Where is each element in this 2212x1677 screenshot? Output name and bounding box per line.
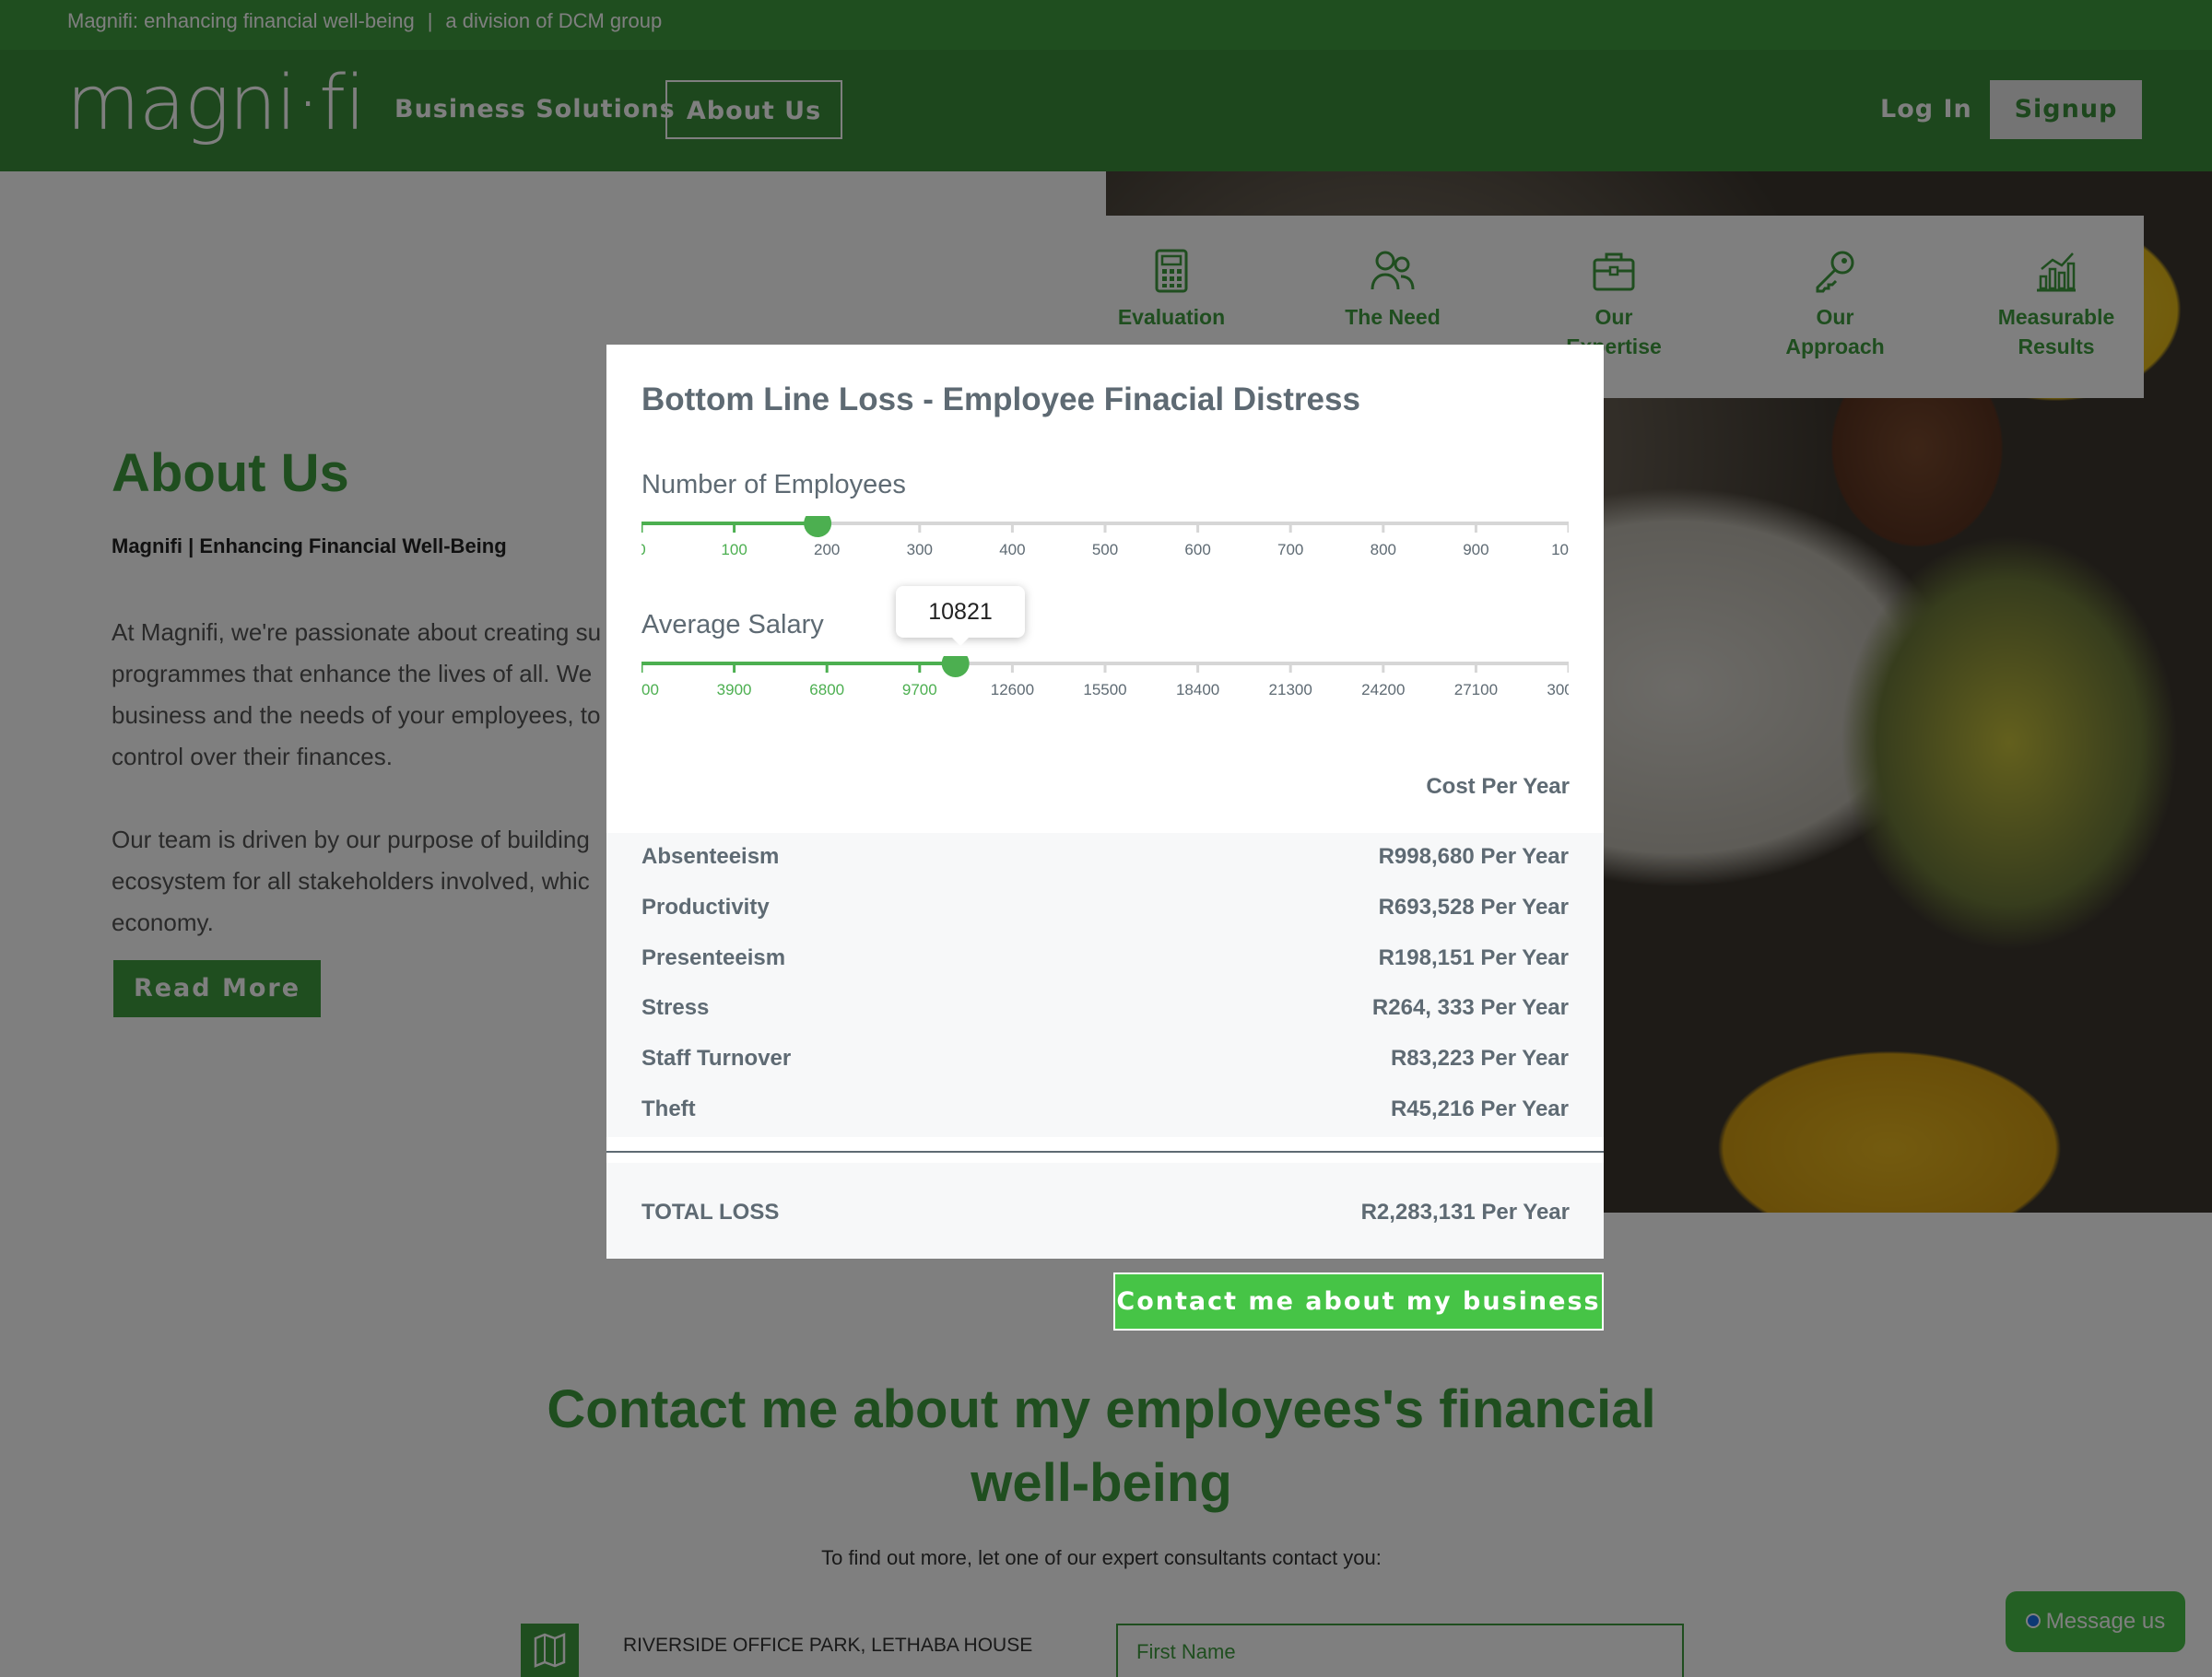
- salary-slider-handle[interactable]: [941, 656, 970, 677]
- employees-slider[interactable]: 0 100 200 300 400 500 600 700 800 900 1000: [641, 516, 1569, 571]
- total-loss-label: TOTAL LOSS: [641, 1200, 780, 1225]
- row-value: R998,680 Per Year: [1378, 844, 1569, 869]
- employees-slider-tick-label: 400: [999, 541, 1025, 558]
- row-value: R45,216 Per Year: [1390, 1096, 1569, 1121]
- total-loss-value: R2,283,131 Per Year: [1360, 1200, 1570, 1225]
- loss-table: Absenteeism R998,680 Per Year Productivit…: [606, 833, 1604, 1137]
- table-row: Stress R264, 333 Per Year: [641, 984, 1569, 1034]
- salary-slider-tick-label: 27100: [1454, 681, 1498, 698]
- contact-business-button[interactable]: Contact me about my business: [1113, 1272, 1604, 1331]
- salary-slider-tick-label: 15500: [1083, 681, 1126, 698]
- salary-slider-tick-label: 21300: [1269, 681, 1312, 698]
- modal-title: Bottom Line Loss - Employee Finacial Dis…: [641, 381, 1360, 417]
- employees-slider-tick-label: 900: [1463, 541, 1488, 558]
- table-row: Absenteeism R998,680 Per Year: [641, 833, 1569, 883]
- employees-slider-tick-label: 200: [814, 541, 840, 558]
- row-value: R264, 333 Per Year: [1371, 995, 1569, 1020]
- table-row: Presenteeism R198,151 Per Year: [641, 934, 1569, 984]
- cost-per-year-header: Cost Per Year: [1426, 774, 1570, 799]
- row-label: Stress: [641, 995, 710, 1020]
- employees-slider-tick-label: 600: [1184, 541, 1210, 558]
- salary-tooltip: 10821: [896, 586, 1025, 646]
- salary-slider-label: Average Salary: [641, 610, 824, 639]
- salary-slider[interactable]: 1000 3900 6800 9700 12600 15500 18400 21300 2420…: [641, 656, 1569, 711]
- employees-slider-tick-label: 800: [1371, 541, 1396, 558]
- employees-slider-tick-label: 300: [907, 541, 933, 558]
- table-row: Productivity R693,528 Per Year: [641, 884, 1569, 933]
- loss-calculator-modal: Bottom Line Loss - Employee Finacial Dis…: [606, 345, 1604, 1259]
- salary-slider-tick-label: 24200: [1361, 681, 1405, 698]
- employees-slider-handle[interactable]: [804, 516, 832, 537]
- row-value: R693,528 Per Year: [1378, 895, 1569, 920]
- row-label: Staff Turnover: [641, 1046, 792, 1071]
- employees-slider-label: Number of Employees: [641, 470, 906, 499]
- row-label: Theft: [641, 1096, 696, 1121]
- total-divider: [606, 1151, 1604, 1153]
- row-label: Presenteeism: [641, 945, 786, 970]
- salary-slider-tick-label: 6800: [809, 681, 844, 698]
- row-label: Productivity: [641, 895, 770, 920]
- salary-slider-tick-label: 9700: [902, 681, 937, 698]
- salary-slider-tick-label: 1000: [641, 681, 659, 698]
- employees-slider-tick-label: 500: [1092, 541, 1118, 558]
- employees-slider-tick-label: 1000: [1551, 541, 1569, 558]
- table-row: Staff Turnover R83,223 Per Year: [641, 1035, 1569, 1085]
- table-row: Theft R45,216 Per Year: [641, 1085, 1569, 1135]
- employees-slider-tick-label: 100: [721, 541, 747, 558]
- row-value: R198,151 Per Year: [1378, 945, 1569, 970]
- employees-slider-tick-label: 0: [641, 541, 646, 558]
- employees-slider-tick-label: 700: [1277, 541, 1303, 558]
- row-label: Absenteeism: [641, 844, 780, 869]
- row-value: R83,223 Per Year: [1390, 1046, 1569, 1071]
- salary-slider-tick-label: 30000: [1547, 681, 1569, 698]
- salary-slider-tick-label: 3900: [717, 681, 752, 698]
- total-loss-row: TOTAL LOSS R2,283,131 Per Year: [606, 1163, 1604, 1259]
- salary-slider-tick-label: 18400: [1176, 681, 1219, 698]
- salary-slider-tick-label: 12600: [991, 681, 1034, 698]
